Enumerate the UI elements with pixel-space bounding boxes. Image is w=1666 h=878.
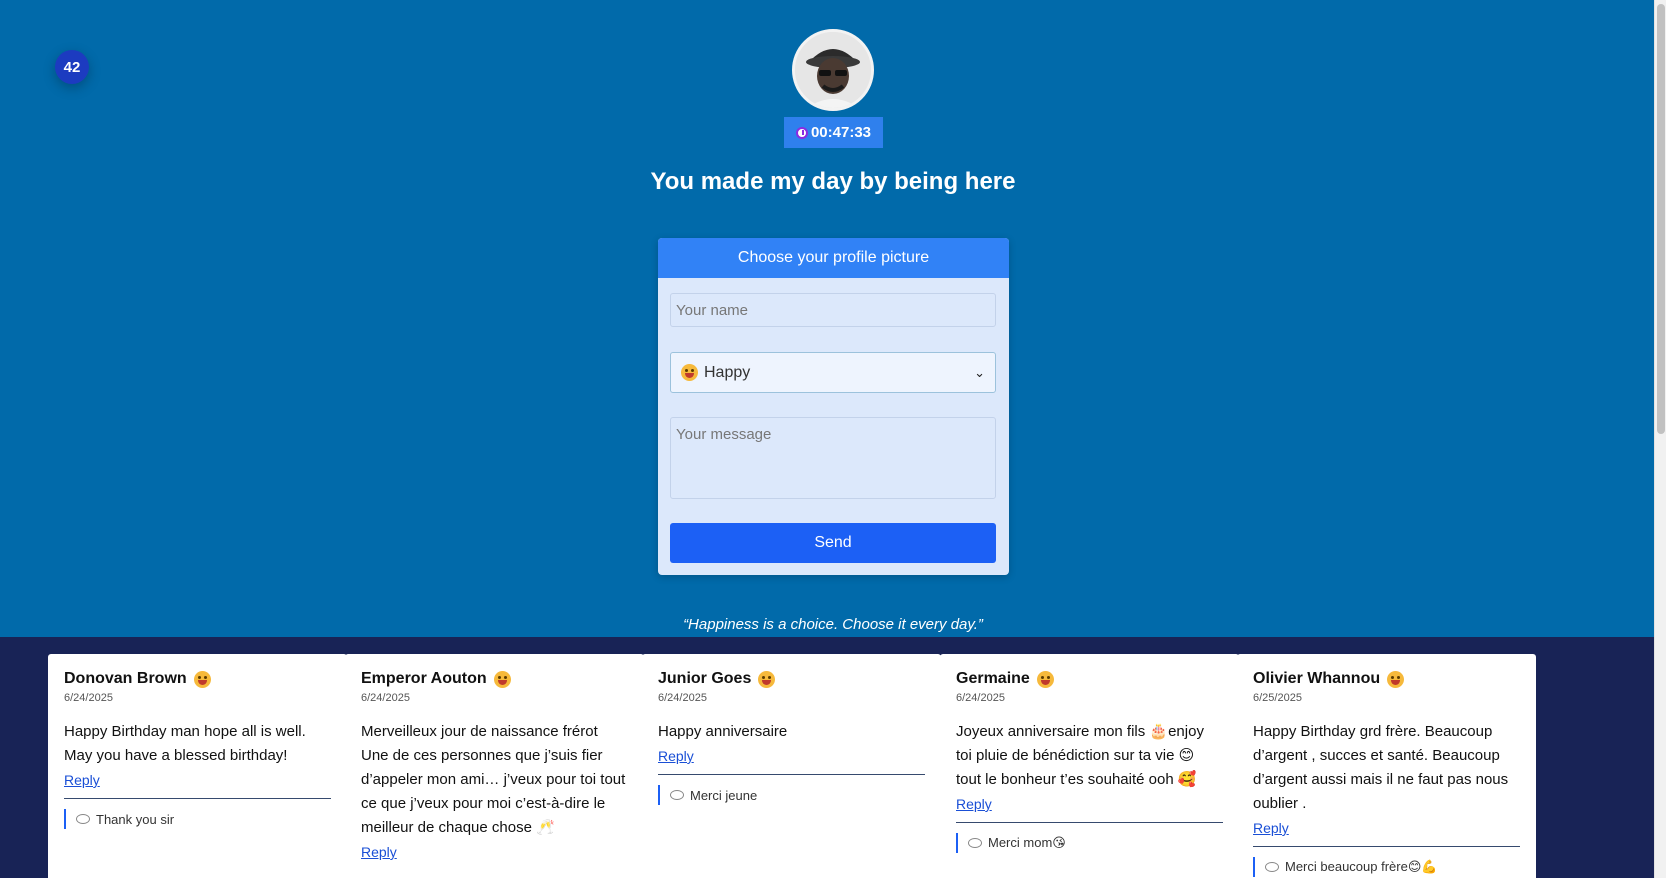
- scrollbar-thumb[interactable]: [1657, 4, 1665, 434]
- message-text: Merveilleux jour de naissance frérot Une…: [361, 723, 626, 836]
- speech-bubble-icon: [1265, 862, 1279, 872]
- reply-item: Merci mom😘: [956, 833, 1223, 853]
- speech-bubble-icon: [968, 838, 982, 848]
- divider: [658, 774, 925, 775]
- divider: [956, 822, 1223, 823]
- reply-item: Thank you sir: [64, 809, 331, 829]
- quote-text: “Happiness is a choice. Choose it every …: [683, 616, 983, 633]
- reply-text: Merci mom😘: [988, 835, 1066, 850]
- author-name: Donovan Brown: [64, 670, 187, 687]
- visitor-counter-badge: 42: [55, 50, 89, 84]
- avatar-photo: [795, 32, 871, 108]
- message-date: 6/24/2025: [658, 692, 707, 704]
- send-button[interactable]: Send: [670, 523, 996, 563]
- message-text: Happy anniversaire: [658, 723, 788, 740]
- happy-emoji-icon: [193, 670, 211, 688]
- countdown-timer: 00:47:33: [784, 117, 883, 148]
- mood-select[interactable]: Happy ⌄: [670, 352, 996, 393]
- happy-emoji-icon: [493, 670, 511, 688]
- divider: [1253, 846, 1520, 847]
- clock-icon: [795, 126, 808, 139]
- message-card: Donovan Brown 6/24/2025 Happy Birthday m…: [48, 654, 347, 878]
- message-text: Happy Birthday man hope all is well. May…: [64, 723, 306, 764]
- happy-emoji-icon: [758, 670, 776, 688]
- messages-section: Donovan Brown 6/24/2025 Happy Birthday m…: [0, 637, 1654, 878]
- chevron-down-icon: ⌄: [974, 364, 985, 380]
- profile-avatar: [792, 29, 874, 111]
- message-date: 6/24/2025: [956, 692, 1005, 704]
- message-card: Emperor Aouton 6/24/2025 Merveilleux jou…: [345, 654, 644, 878]
- message-card: Germaine 6/24/2025 Joyeux anniversaire m…: [940, 654, 1239, 878]
- divider: [64, 798, 331, 799]
- reply-link[interactable]: Reply: [361, 844, 397, 860]
- message-date: 6/25/2025: [1253, 692, 1302, 704]
- author-name: Junior Goes: [658, 670, 752, 687]
- choose-profile-picture-button[interactable]: Choose your profile picture: [658, 238, 1009, 278]
- message-card: Olivier Whannou 6/25/2025 Happy Birthday…: [1237, 654, 1536, 878]
- reply-item: Merci beaucoup frère😊💪: [1253, 857, 1520, 877]
- message-card: Junior Goes 6/24/2025 Happy anniversaire…: [642, 654, 941, 878]
- reply-text: Merci jeune: [690, 787, 758, 803]
- message-form: Choose your profile picture Happy ⌄ Send: [658, 238, 1009, 575]
- reply-link[interactable]: Reply: [64, 772, 100, 788]
- speech-bubble-icon: [76, 814, 90, 824]
- reply-text: Merci beaucoup frère😊💪: [1285, 859, 1438, 874]
- reply-text: Thank you sir: [96, 811, 175, 827]
- message-date: 6/24/2025: [361, 692, 410, 704]
- reply-link[interactable]: Reply: [658, 748, 694, 764]
- message-textarea[interactable]: [670, 417, 996, 499]
- reply-link[interactable]: Reply: [1253, 820, 1289, 836]
- page-scrollbar[interactable]: [1654, 0, 1666, 878]
- speech-bubble-icon: [670, 790, 684, 800]
- happy-emoji-icon: [1036, 670, 1054, 688]
- message-date: 6/24/2025: [64, 692, 113, 704]
- author-name: Germaine: [956, 670, 1030, 687]
- reply-link[interactable]: Reply: [956, 796, 992, 812]
- timer-value: 00:47:33: [810, 124, 872, 141]
- happy-emoji-icon: [681, 364, 698, 381]
- message-text: Joyeux anniversaire mon fils 🎂enjoy toi …: [956, 723, 1204, 788]
- name-input[interactable]: [670, 293, 996, 327]
- author-name: Emperor Aouton: [361, 670, 487, 687]
- message-text: Happy Birthday grd frère. Beaucoup d’arg…: [1253, 723, 1509, 812]
- mood-selected-value: Happy: [704, 363, 751, 381]
- happy-emoji-icon: [1387, 670, 1405, 688]
- author-name: Olivier Whannou: [1253, 670, 1381, 687]
- page-title: You made my day by being here: [650, 168, 1016, 195]
- reply-item: Merci jeune: [658, 785, 925, 805]
